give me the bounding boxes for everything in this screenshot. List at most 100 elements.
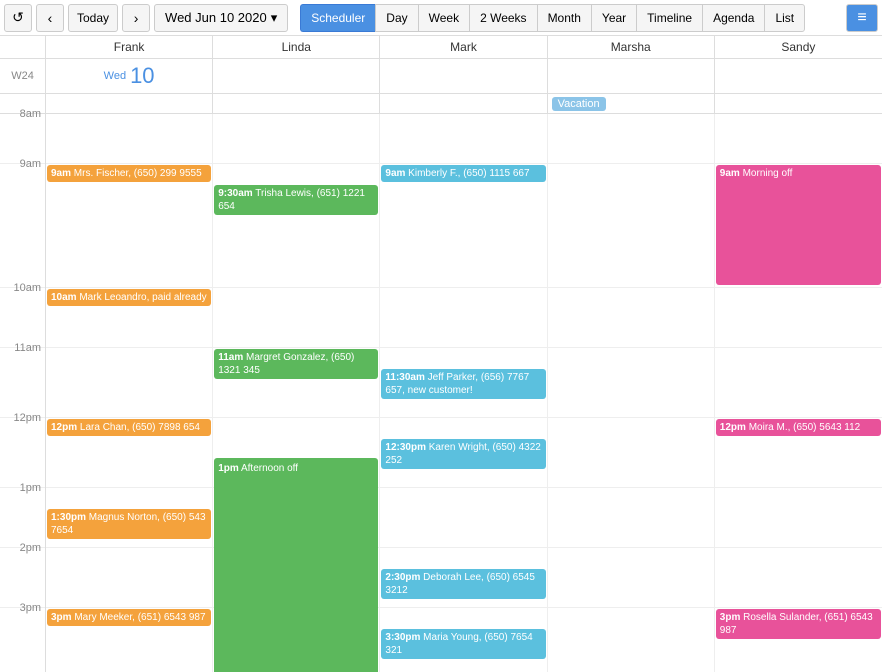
col-frank-11am: [46, 348, 213, 417]
tab-2weeks[interactable]: 2 Weeks: [469, 4, 536, 32]
col-marsha-9am: [548, 164, 715, 287]
date-cell-frank: Wed 10: [46, 59, 213, 93]
staff-sandy: Sandy: [715, 36, 882, 58]
current-date-label: Wed Jun 10 2020: [165, 10, 267, 25]
time-row-8am: 8am: [0, 114, 882, 164]
tab-scheduler[interactable]: Scheduler: [300, 4, 375, 32]
date-cell-marsha: [548, 59, 715, 93]
time-row-11am: 11am 11am Margret Gonzalez, (650) 1321 3…: [0, 348, 882, 418]
time-label-10am: 10am: [0, 282, 46, 347]
event-frank-3pm[interactable]: 3pm Mary Meeker, (651) 6543 987: [47, 609, 211, 626]
event-frank-9am[interactable]: 9am Mrs. Fischer, (650) 299 9555: [47, 165, 211, 182]
col-frank-8am: [46, 114, 213, 163]
col-mark-12pm: 12:30pm Karen Wright, (650) 4322 252: [380, 418, 547, 487]
event-sandy-9am[interactable]: 9am Morning off: [716, 165, 881, 285]
date-day-label: Wed: [104, 70, 126, 82]
col-mark-1pm: [380, 488, 547, 547]
col-linda-10am: [213, 288, 380, 347]
event-frank-10am[interactable]: 10am Mark Leoandro, paid already: [47, 289, 211, 306]
event-frank-130pm[interactable]: 1:30pm Magnus Norton, (650) 543 7654: [47, 509, 211, 539]
staff-linda: Linda: [213, 36, 380, 58]
event-frank-12pm[interactable]: 12pm Lara Chan, (650) 7898 654: [47, 419, 211, 436]
event-mark-330pm[interactable]: 3:30pm Maria Young, (650) 7654 321: [381, 629, 545, 659]
col-marsha-3pm: [548, 608, 715, 672]
event-linda-930am[interactable]: 9:30am Trisha Lewis, (651) 1221 654: [214, 185, 378, 215]
tab-month[interactable]: Month: [537, 4, 591, 32]
col-mark-2pm: 2:30pm Deborah Lee, (650) 6545 3212: [380, 548, 547, 607]
col-mark-9am: 9am Kimberly F., (650) 1115 667: [380, 164, 547, 287]
col-linda-11am: 11am Margret Gonzalez, (650) 1321 345: [213, 348, 380, 417]
date-row: W24 Wed 10: [0, 59, 882, 94]
time-label-3pm: 3pm: [0, 602, 46, 672]
col-sandy-8am: [715, 114, 882, 163]
col-marsha-2pm: [548, 548, 715, 607]
view-tabs: Scheduler Day Week 2 Weeks Month Year Ti…: [300, 4, 805, 32]
col-sandy-10am: [715, 288, 882, 347]
tab-list[interactable]: List: [764, 4, 805, 32]
col-frank-9am: 9am Mrs. Fischer, (650) 299 9555: [46, 164, 213, 287]
col-frank-2pm: [46, 548, 213, 607]
tab-day[interactable]: Day: [375, 4, 417, 32]
time-label-1pm: 1pm: [0, 482, 46, 547]
current-date-button[interactable]: Wed Jun 10 2020 ▾: [154, 4, 288, 32]
time-label-2pm: 2pm: [0, 542, 46, 607]
event-mark-1230pm[interactable]: 12:30pm Karen Wright, (650) 4322 252: [381, 439, 545, 469]
prev-button[interactable]: ‹: [36, 4, 64, 32]
refresh-button[interactable]: ↺: [4, 4, 32, 32]
event-mark-230pm[interactable]: 2:30pm Deborah Lee, (650) 6545 3212: [381, 569, 545, 599]
col-linda-8am: [213, 114, 380, 163]
week-number: W24: [0, 59, 46, 93]
date-cell-sandy: [715, 59, 882, 93]
week-label-header: [0, 36, 46, 58]
col-sandy-3pm: 3pm Rosella Sulander, (651) 6543 987: [715, 608, 882, 672]
col-marsha-1pm: [548, 488, 715, 547]
vacation-linda: [213, 94, 380, 113]
event-mark-1130am[interactable]: 11:30am Jeff Parker, (656) 7767 657, new…: [381, 369, 545, 399]
col-linda-9am: 9:30am Trisha Lewis, (651) 1221 654: [213, 164, 380, 287]
col-sandy-9am: 9am Morning off: [715, 164, 882, 287]
col-mark-3pm: 3:30pm Maria Young, (650) 7654 321: [380, 608, 547, 672]
col-sandy-11am: [715, 348, 882, 417]
tab-timeline[interactable]: Timeline: [636, 4, 702, 32]
col-marsha-10am: [548, 288, 715, 347]
time-label-12pm: 12pm: [0, 412, 46, 487]
col-frank-3pm: 3pm Mary Meeker, (651) 6543 987: [46, 608, 213, 672]
event-linda-afternoon-off[interactable]: 1pm Afternoon off: [214, 458, 378, 672]
date-cell-mark: [380, 59, 547, 93]
col-mark-10am: [380, 288, 547, 347]
vacation-mark: [380, 94, 547, 113]
time-label-8am: 8am: [0, 108, 46, 163]
date-cell-linda: [213, 59, 380, 93]
toolbar: ↺ ‹ Today › Wed Jun 10 2020 ▾ Scheduler …: [0, 0, 882, 36]
time-grid: 8am 9am 9am Mrs. Fischer, (650) 299 9555…: [0, 114, 882, 672]
event-mark-9am[interactable]: 9am Kimberly F., (650) 1115 667: [381, 165, 545, 182]
time-row-12pm: 12pm 12pm Lara Chan, (650) 7898 654 1pm …: [0, 418, 882, 488]
tab-agenda[interactable]: Agenda: [702, 4, 764, 32]
tab-week[interactable]: Week: [418, 4, 469, 32]
today-button[interactable]: Today: [68, 4, 118, 32]
col-mark-8am: [380, 114, 547, 163]
col-frank-12pm: 12pm Lara Chan, (650) 7898 654: [46, 418, 213, 487]
col-marsha-11am: [548, 348, 715, 417]
time-row-10am: 10am 10am Mark Leoandro, paid already: [0, 288, 882, 348]
col-frank-10am: 10am Mark Leoandro, paid already: [46, 288, 213, 347]
event-sandy-3pm[interactable]: 3pm Rosella Sulander, (651) 6543 987: [716, 609, 881, 639]
time-row-1pm: 1pm 1:30pm Magnus Norton, (650) 543 7654: [0, 488, 882, 548]
tab-year[interactable]: Year: [591, 4, 636, 32]
col-sandy-1pm: [715, 488, 882, 547]
col-linda-12pm: 1pm Afternoon off: [213, 418, 380, 487]
date-num-label: 10: [130, 63, 154, 89]
event-linda-11am[interactable]: 11am Margret Gonzalez, (650) 1321 345: [214, 349, 378, 379]
dropdown-icon: ▾: [271, 10, 278, 26]
calendar: Frank Linda Mark Marsha Sandy W24 Wed 10…: [0, 36, 882, 672]
col-sandy-2pm: [715, 548, 882, 607]
vacation-frank: [46, 94, 213, 113]
col-marsha-12pm: [548, 418, 715, 487]
staff-frank: Frank: [46, 36, 213, 58]
event-sandy-12pm[interactable]: 12pm Moira M., (650) 5643 112: [716, 419, 881, 436]
col-frank-1pm: 1:30pm Magnus Norton, (650) 543 7654: [46, 488, 213, 547]
time-label-11am: 11am: [0, 342, 46, 417]
next-button[interactable]: ›: [122, 4, 150, 32]
vacation-row: Vacation: [0, 94, 882, 114]
menu-button[interactable]: ≡: [846, 4, 878, 32]
